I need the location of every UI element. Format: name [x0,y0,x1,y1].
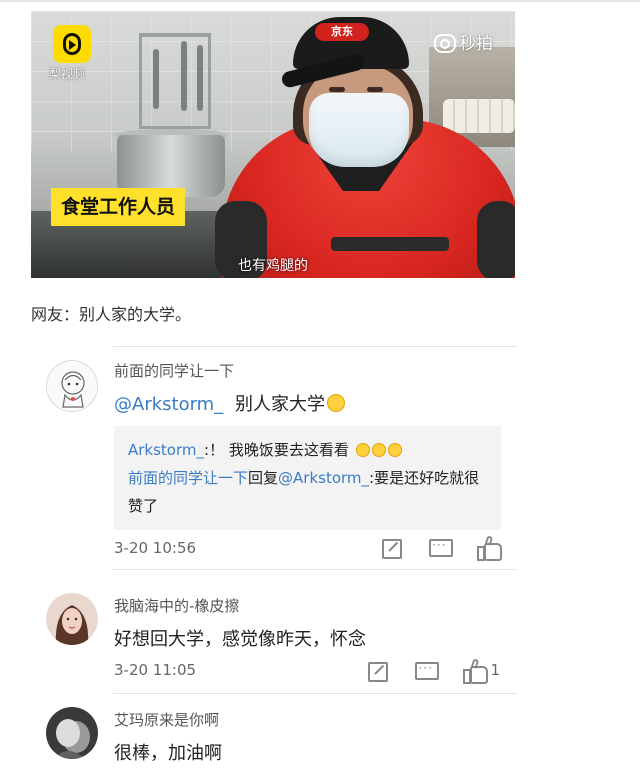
reply-line: Arkstorm_:！ 我晚饭要去这看看 [128,436,487,464]
comment-text: @Arkstorm_ 别人家大学 [114,390,345,416]
face-emoji-icon [371,443,386,457]
mention-link[interactable]: @Arkstorm_ [114,394,223,415]
share-icon[interactable] [366,659,390,682]
reply-box[interactable]: Arkstorm_:！ 我晚饭要去这看看 前面的同学让一下回复@Arkstorm… [114,426,501,530]
face-emoji-icon [387,443,402,457]
reply-icon[interactable] [414,659,440,681]
reply-line: 前面的同学让一下回复@Arkstorm_:要是还好吃就很赞了 [128,464,487,520]
face-mask [309,93,409,167]
share-icon[interactable] [380,536,404,559]
shirt-band [331,237,449,251]
like-count: 1 [490,661,500,679]
camera-icon [433,33,456,53]
video-thumbnail[interactable]: 京东 梨视频 秒拍 食堂工作人员 也有鸡腿的 [31,11,515,278]
comment-body: 别人家大学 [234,394,325,415]
eye [329,87,345,92]
like-icon[interactable] [462,658,489,684]
watermark-text: 秒拍 [459,34,493,54]
reply-icon[interactable] [428,536,453,558]
like-icon[interactable] [476,535,502,561]
post-text: 网友：别人家的大学。 [31,305,192,324]
comment-item: 前面的同学让一下 @Arkstorm_ 别人家大学 Arkstorm_:！ 我晚… [44,346,518,568]
comment-actions: 1 [366,658,500,684]
comment-item: 我脑海中的-橡皮擦 好想回大学，感觉像昨天，怀念 3-20 11:05 1 [44,569,518,693]
platform-logo [53,25,91,63]
face-emoji-icon [355,443,370,457]
comment-username[interactable]: 艾玛原来是你啊 [114,709,219,730]
ladle [181,41,187,111]
reply-target[interactable]: @Arkstorm_ [278,469,369,487]
eye [367,87,383,92]
cat-face-icon [326,394,345,412]
comment-text: 好想回大学，感觉像昨天，怀念 [114,629,366,650]
reply-author[interactable]: Arkstorm_ [128,441,204,459]
comment-actions [380,535,502,561]
comment-time: 3-20 11:05 [114,661,197,679]
play-icon [69,40,76,50]
avatar[interactable] [46,593,98,645]
comment-item: 艾玛原来是你啊 很棒，加油啊 [44,693,518,769]
ladle [153,49,159,109]
avatar[interactable] [46,707,98,759]
caption-tag: 食堂工作人员 [51,188,186,226]
food-rolls [443,99,515,133]
avatar[interactable] [46,360,98,412]
like-group[interactable]: 1 [462,658,500,684]
reply-text: :！ 我晚饭要去这看看 [204,441,349,459]
reply-verb: 回复 [248,469,279,487]
watermark: 秒拍 [433,29,493,54]
ladle [197,45,203,111]
platform-logo-text: 梨视频 [49,67,86,81]
comment-username[interactable]: 前面的同学让一下 [114,360,234,381]
comment-time: 3-20 10:56 [114,539,197,557]
comment-text: 很棒，加油啊 [114,743,222,764]
cap-logo: 京东 [315,23,369,41]
comment-username[interactable]: 我脑海中的-橡皮擦 [114,595,239,616]
video-subtitle: 也有鸡腿的 [238,258,308,274]
top-divider [0,0,640,2]
reply-author[interactable]: 前面的同学让一下 [128,469,248,487]
